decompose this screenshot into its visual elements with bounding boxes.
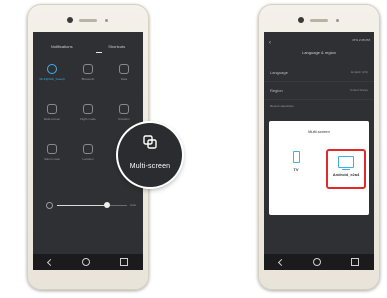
tile-label: Rotation [118,117,130,121]
region-row[interactable]: Region United States [270,88,368,93]
status-bar: 47% 2:45 PM [351,38,370,42]
location-tile[interactable]: Location [73,144,103,161]
front-camera [298,17,304,23]
recent-apps-icon[interactable] [351,258,360,266]
tile-label: Silent mode [44,157,60,161]
multi-screen-dialog: Multi-screen TV Android_e2a4 [269,121,369,215]
flight-mode-tile[interactable]: Flight mode [73,104,103,121]
earpiece-speaker [310,19,328,22]
back-icon[interactable] [277,258,285,266]
row-value: United States [349,88,368,92]
sensor-dot [336,19,339,22]
bluetooth-icon [83,64,93,74]
section-header: Recent selections [270,104,294,108]
tile-label: Wi-Fi(DGK_Guest) [39,77,65,81]
device-option-android[interactable]: Android_e2a4 [326,149,366,189]
multi-screen-tile[interactable]: Multi-screen [37,104,67,121]
multi-screen-icon [143,135,157,149]
wifi-tile[interactable]: Wi-Fi(DGK_Guest) [37,64,67,81]
divider [264,99,374,100]
active-tab-indicator [96,52,102,53]
tab-shortcuts[interactable]: Shortcuts [108,44,125,49]
row-label: Region [270,88,283,93]
back-icon[interactable] [46,258,54,266]
tile-label: Flight mode [80,117,96,121]
silent-mode-tile[interactable]: Silent mode [37,144,67,161]
tile-label: Location [82,157,94,161]
navigation-bar [264,254,374,270]
row-value: English (US) [351,70,368,74]
data-icon [119,64,129,74]
front-camera [67,17,73,23]
panel-tabs: Notifications Shortcuts [33,44,143,49]
right-phone: ‹ 47% 2:45 PM Language & region Language… [258,4,380,290]
data-tile[interactable]: Data [109,64,139,81]
brightness-knob[interactable] [104,202,111,208]
home-icon[interactable] [82,258,91,266]
sensor-dot [105,19,108,22]
row-label: Language [270,70,288,75]
auto-brightness-label: Auto [130,203,137,207]
bluetooth-tile[interactable]: Bluetooth [73,64,103,81]
dialog-title: Multi-screen [308,129,330,134]
multi-screen-label: Multi-screen [129,163,171,170]
tile-label: Data [120,77,128,81]
rotation-icon [119,104,129,114]
brightness-icon [46,202,53,209]
divider [264,81,374,82]
page-title: Language & region [302,50,336,55]
top-bezel [258,4,380,32]
tab-notifications[interactable]: Notifications [51,44,73,49]
bell-icon [47,144,57,154]
device-label: Android_e2a4 [332,172,360,177]
airplane-icon [83,104,93,114]
back-arrow-icon[interactable]: ‹ [269,40,271,46]
brightness-slider[interactable] [57,202,127,208]
brightness-fill [57,205,108,206]
settings-screen: ‹ 47% 2:45 PM Language & region Language… [264,32,374,270]
multi-screen-icon [47,104,57,114]
language-row[interactable]: Language English (US) [270,70,368,75]
location-icon [83,144,93,154]
rotation-tile[interactable]: Rotation [109,104,139,121]
device-label: TV [293,167,299,172]
earpiece-speaker [79,19,97,22]
multi-screen-zoom-callout[interactable]: Multi-screen [118,123,182,187]
top-bezel [27,4,149,32]
recent-apps-icon[interactable] [120,258,129,266]
tile-label: Multi-screen [43,117,61,121]
wifi-icon [47,64,57,74]
home-icon[interactable] [313,258,322,266]
navigation-bar [33,254,143,270]
tile-label: Bluetooth [81,77,95,81]
device-option-tv[interactable]: TV [279,151,313,172]
tv-icon [338,156,354,170]
phone-icon [292,151,300,163]
